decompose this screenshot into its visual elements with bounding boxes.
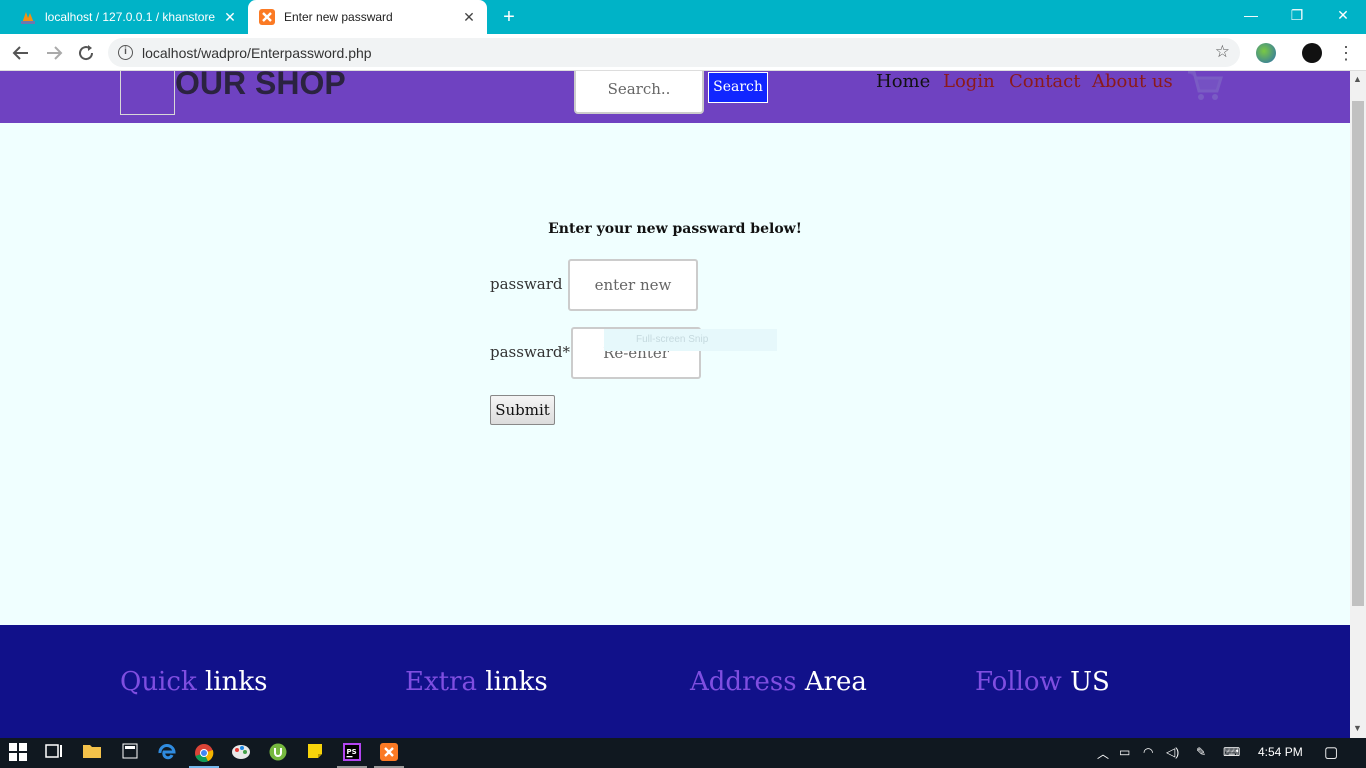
browser-tabstrip: localhost / 127.0.0.1 / khanstore ✕ Ente… (0, 0, 1366, 34)
site-brand[interactable]: OUR SHOP (175, 71, 346, 102)
site-info-icon[interactable]: i (118, 45, 133, 60)
password-label: passward : (490, 275, 573, 293)
site-header: OUR SHOP Search.. Search Home Login Cont… (0, 71, 1350, 123)
volume-icon[interactable]: ◁) (1166, 745, 1179, 759)
address-bar[interactable]: i localhost/wadpro/Enterpassword.php ☆ (108, 38, 1240, 67)
minimize-button[interactable]: — (1228, 0, 1274, 30)
snip-overlay: Full-screen Snip (604, 329, 777, 351)
edge-icon[interactable] (157, 743, 177, 763)
tab-phpmyadmin[interactable]: localhost / 127.0.0.1 / khanstore ✕ (10, 0, 248, 34)
bookmark-star-icon[interactable]: ☆ (1215, 42, 1230, 62)
notifications-icon[interactable]: ▢ (1324, 743, 1338, 761)
profile-avatar[interactable] (1302, 43, 1322, 63)
wifi-icon[interactable]: ◠ (1143, 745, 1153, 759)
site-footer: Quick links Extra links Address Area Fol… (0, 625, 1350, 738)
file-explorer-icon[interactable] (82, 743, 102, 763)
tray-overflow-chevron-icon[interactable]: ︿ (1097, 745, 1109, 762)
tab-enter-password[interactable]: Enter new passward ✕ (248, 0, 487, 34)
browser-toolbar: i localhost/wadpro/Enterpassword.php ☆ ⋮ (0, 34, 1366, 71)
sticky-notes-icon[interactable] (305, 743, 325, 763)
window-close-button[interactable]: ✕ (1320, 0, 1366, 30)
page-scrollbar[interactable]: ▲ ▼ (1350, 71, 1366, 738)
nav-about-link[interactable]: About us (1092, 71, 1173, 92)
nav-login-link[interactable]: Login (943, 71, 995, 92)
footer-extra-links-heading: Extra links (405, 667, 548, 697)
nav-home-link[interactable]: Home (876, 71, 930, 92)
windows-taskbar: PS ︿ ▭ ◠ ◁) ✎ ⌨ 4:54 PM ▢ (0, 738, 1366, 768)
windows-start-icon[interactable] (8, 743, 28, 763)
back-arrow-icon[interactable] (9, 41, 33, 65)
xampp-favicon-icon (259, 9, 275, 25)
xampp-icon[interactable] (379, 743, 399, 763)
footer-address-heading: Address Area (690, 667, 867, 697)
calculator-icon[interactable] (120, 743, 140, 763)
forward-arrow-icon[interactable] (42, 41, 66, 65)
chrome-icon[interactable] (194, 743, 214, 763)
phpmyadmin-favicon-icon (20, 9, 36, 25)
extension-globe-icon[interactable] (1256, 43, 1276, 63)
search-input[interactable]: Search.. (574, 71, 704, 114)
new-tab-button[interactable]: + (498, 6, 520, 28)
new-password-input[interactable]: enter new (568, 259, 698, 311)
phpstorm-icon[interactable]: PS (342, 743, 362, 763)
shopping-cart-icon[interactable] (1186, 71, 1224, 103)
restore-button[interactable]: ❐ (1274, 0, 1320, 30)
tab-close-icon[interactable]: ✕ (461, 9, 477, 25)
scroll-down-arrow-icon[interactable]: ▼ (1353, 723, 1362, 733)
url-text: localhost/wadpro/Enterpassword.php (142, 45, 372, 61)
tab-close-icon[interactable]: ✕ (222, 9, 238, 25)
battery-icon[interactable]: ▭ (1119, 745, 1130, 759)
scroll-up-arrow-icon[interactable]: ▲ (1353, 74, 1362, 84)
keyboard-icon[interactable]: ⌨ (1223, 745, 1240, 759)
search-button[interactable]: Search (708, 72, 768, 103)
form-title: Enter your new passward below! (548, 221, 802, 237)
page-viewport: OUR SHOP Search.. Search Home Login Cont… (0, 71, 1350, 738)
nav-contact-link[interactable]: Contact (1009, 71, 1080, 92)
repassword-label: passward*: (490, 343, 576, 361)
taskbar-clock[interactable]: 4:54 PM (1258, 745, 1303, 759)
svg-text:PS: PS (347, 748, 357, 756)
submit-button[interactable]: Submit (490, 395, 555, 425)
pen-icon[interactable]: ✎ (1196, 745, 1206, 759)
paint-icon[interactable] (231, 743, 251, 763)
reload-icon[interactable] (74, 41, 98, 65)
tab-title: Enter new passward (284, 10, 393, 24)
footer-quick-links-heading: Quick links (120, 667, 268, 697)
footer-follow-heading: Follow US (975, 667, 1110, 697)
menu-kebab-icon[interactable]: ⋮ (1334, 41, 1358, 65)
utorrent-icon[interactable] (268, 743, 288, 763)
broken-logo-image (120, 71, 175, 115)
task-view-icon[interactable] (44, 743, 64, 763)
scrollbar-thumb[interactable] (1352, 101, 1364, 606)
tab-title: localhost / 127.0.0.1 / khanstore (45, 10, 216, 24)
